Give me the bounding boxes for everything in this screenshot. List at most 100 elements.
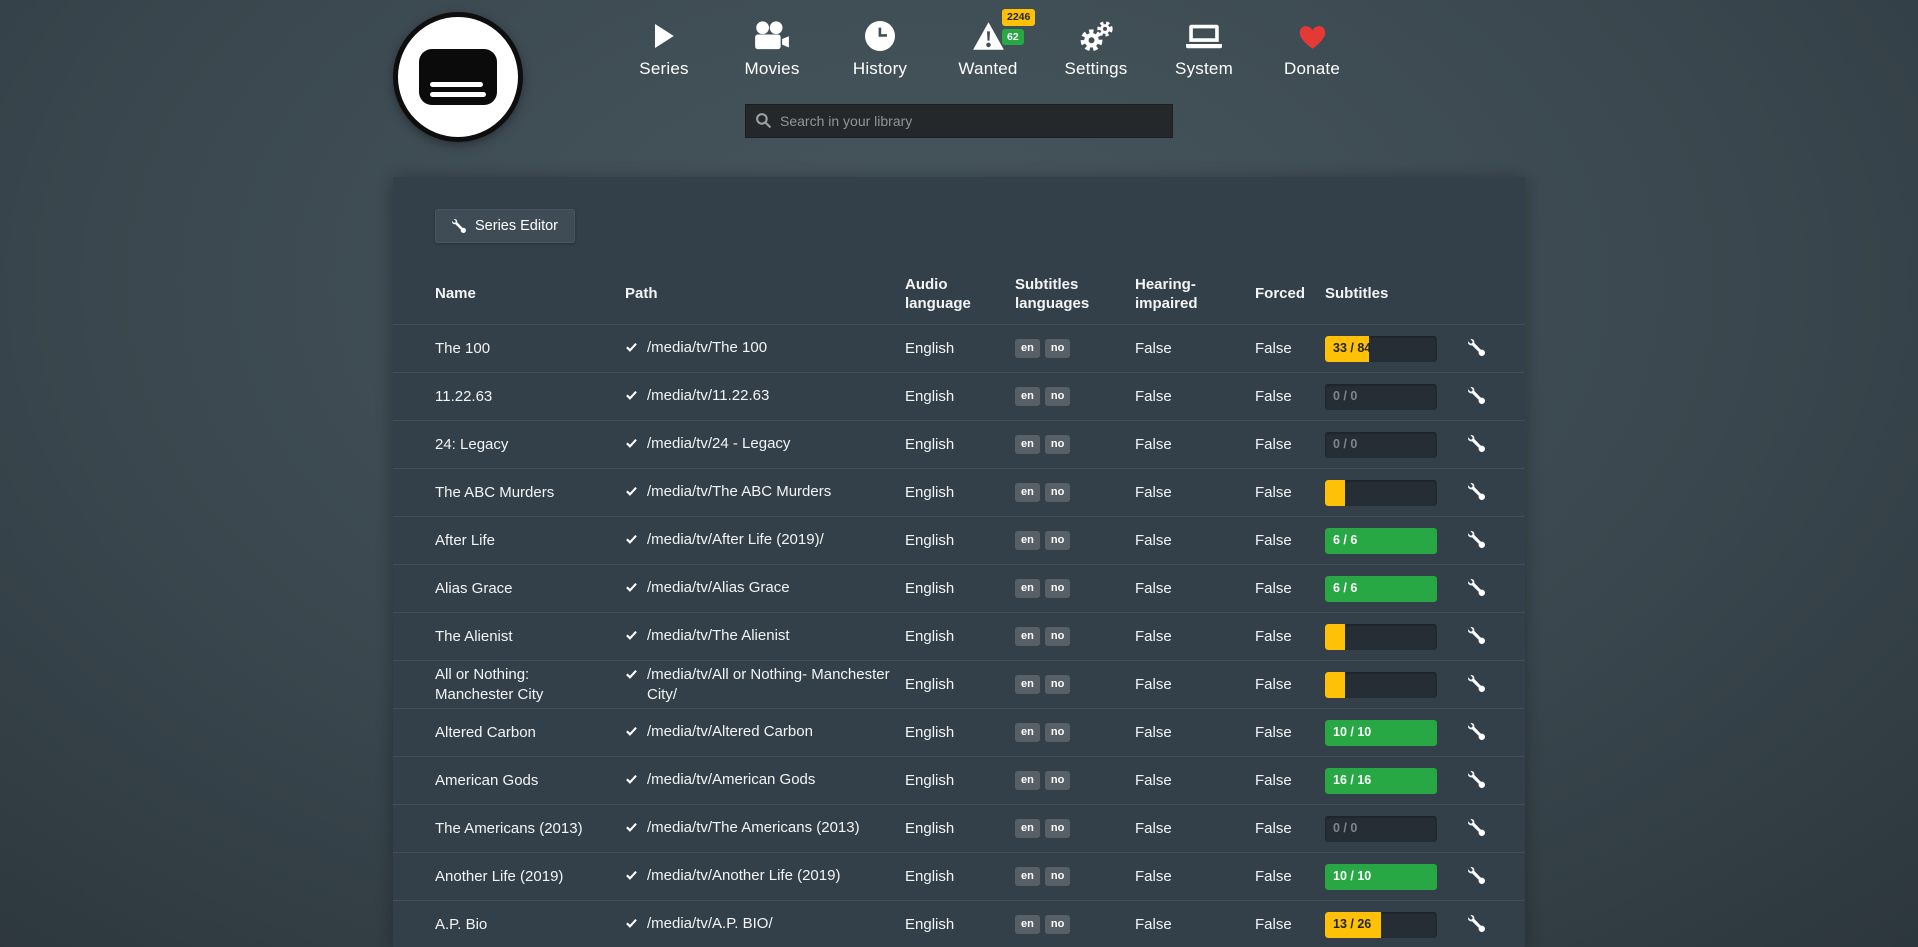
series-name: The Americans (2013) xyxy=(435,819,625,839)
subtitles-progress-label: 10 / 10 xyxy=(1333,864,1371,890)
edit-series-button[interactable] xyxy=(1465,720,1488,746)
series-path: /media/tv/The ABC Murders xyxy=(647,482,831,502)
wanted-warning-badge: 2246 xyxy=(1002,9,1035,26)
subtitles-cell: 0 / 0 xyxy=(1325,384,1465,410)
header-hearing-impaired: Hearing-impaired xyxy=(1135,275,1255,314)
language-badge: en xyxy=(1015,387,1040,405)
nav-label: Movies xyxy=(744,59,799,79)
table-row: The Alienist /media/tv/The Alienist Engl… xyxy=(393,612,1525,660)
hearing-impaired-value: False xyxy=(1135,723,1255,743)
subtitle-languages: enno xyxy=(1015,915,1135,933)
wrench-icon xyxy=(1468,579,1485,599)
search-icon xyxy=(755,112,772,129)
edit-series-button[interactable] xyxy=(1465,336,1488,362)
nav-label: System xyxy=(1175,59,1233,79)
series-path: /media/tv/The Alienist xyxy=(647,626,790,646)
nav-item-settings[interactable]: Settings xyxy=(1052,18,1140,79)
bazarr-logo[interactable] xyxy=(393,12,523,142)
subtitles-cell: 6 / 6 xyxy=(1325,576,1465,602)
audio-language: English xyxy=(905,435,1015,455)
path-cell: /media/tv/Alias Grace xyxy=(625,578,905,600)
nav-label: Donate xyxy=(1284,59,1340,79)
subtitle-languages: enno xyxy=(1015,723,1135,741)
series-name: Another Life (2019) xyxy=(435,867,625,887)
edit-series-button[interactable] xyxy=(1465,528,1488,554)
nav-label: History xyxy=(853,59,907,79)
language-badge: no xyxy=(1045,771,1070,789)
subtitles-cell xyxy=(1325,480,1465,506)
edit-series-button[interactable] xyxy=(1465,576,1488,602)
language-badge: en xyxy=(1015,771,1040,789)
nav-item-series[interactable]: Series xyxy=(620,18,708,79)
edit-series-button[interactable] xyxy=(1465,912,1488,938)
edit-series-button[interactable] xyxy=(1465,480,1488,506)
nav-item-donate[interactable]: Donate xyxy=(1268,18,1356,79)
nav-item-system[interactable]: System xyxy=(1160,18,1248,79)
subtitles-progress: 33 / 84 xyxy=(1325,336,1437,362)
language-badge: en xyxy=(1015,867,1040,885)
edit-series-button[interactable] xyxy=(1465,672,1488,698)
language-badge: en xyxy=(1015,435,1040,453)
audio-language: English xyxy=(905,579,1015,599)
edit-series-button[interactable] xyxy=(1465,816,1488,842)
path-cell: /media/tv/11.22.63 xyxy=(625,386,905,408)
language-badge: no xyxy=(1045,723,1070,741)
path-cell: /media/tv/Another Life (2019) xyxy=(625,866,905,888)
logo-circle xyxy=(393,12,523,142)
subtitle-languages: enno xyxy=(1015,579,1135,597)
language-badge: en xyxy=(1015,579,1040,597)
nav-item-movies[interactable]: Movies xyxy=(728,18,816,79)
subtitles-cell: 0 / 0 xyxy=(1325,816,1465,842)
table-row: The 100 /media/tv/The 100 English enno F… xyxy=(393,324,1525,372)
forced-value: False xyxy=(1255,339,1325,359)
audio-language: English xyxy=(905,771,1015,791)
subtitle-languages: enno xyxy=(1015,867,1135,885)
series-path: /media/tv/Altered Carbon xyxy=(647,722,813,742)
audio-language: English xyxy=(905,675,1015,695)
subtitles-progress-fill xyxy=(1325,480,1345,506)
series-editor-button[interactable]: Series Editor xyxy=(435,209,575,243)
edit-series-button[interactable] xyxy=(1465,624,1488,650)
subtitles-progress xyxy=(1325,480,1437,506)
wrench-icon xyxy=(1468,435,1485,455)
wrench-icon xyxy=(1468,915,1485,935)
actions-cell xyxy=(1465,384,1488,410)
nav-item-history[interactable]: History xyxy=(836,18,924,79)
search-input[interactable] xyxy=(745,104,1173,138)
series-path: /media/tv/24 - Legacy xyxy=(647,434,790,454)
edit-series-button[interactable] xyxy=(1465,432,1488,458)
subtitle-languages: enno xyxy=(1015,675,1135,693)
actions-cell xyxy=(1465,480,1488,506)
forced-value: False xyxy=(1255,579,1325,599)
check-icon xyxy=(625,388,638,408)
subtitles-progress: 16 / 16 xyxy=(1325,768,1437,794)
subtitles-progress: 6 / 6 xyxy=(1325,528,1437,554)
subtitles-progress-label: 33 / 84 xyxy=(1333,336,1371,362)
wrench-icon xyxy=(1468,771,1485,791)
forced-value: False xyxy=(1255,771,1325,791)
forced-value: False xyxy=(1255,819,1325,839)
subtitles-cell: 13 / 26 xyxy=(1325,912,1465,938)
header-audio-language: Audio language xyxy=(905,275,1015,314)
path-cell: /media/tv/The Alienist xyxy=(625,626,905,648)
language-badge: no xyxy=(1045,579,1070,597)
wanted-badges: 2246 62 xyxy=(1002,9,1035,45)
laptop-icon xyxy=(1186,18,1222,54)
subtitles-progress-label: 10 / 10 xyxy=(1333,720,1371,746)
subtitles-cell xyxy=(1325,672,1465,698)
gears-icon xyxy=(1078,18,1115,54)
hearing-impaired-value: False xyxy=(1135,531,1255,551)
path-cell: /media/tv/Altered Carbon xyxy=(625,722,905,744)
wrench-icon xyxy=(1468,531,1485,551)
language-badge: en xyxy=(1015,819,1040,837)
check-icon xyxy=(625,820,638,840)
path-cell: /media/tv/American Gods xyxy=(625,770,905,792)
audio-language: English xyxy=(905,387,1015,407)
edit-series-button[interactable] xyxy=(1465,864,1488,890)
nav-item-wanted[interactable]: 2246 62 Wanted xyxy=(944,18,1032,79)
path-cell: /media/tv/The ABC Murders xyxy=(625,482,905,504)
edit-series-button[interactable] xyxy=(1465,768,1488,794)
series-table-body: The 100 /media/tv/The 100 English enno F… xyxy=(393,324,1525,947)
series-name: 24: Legacy xyxy=(435,435,625,455)
edit-series-button[interactable] xyxy=(1465,384,1488,410)
